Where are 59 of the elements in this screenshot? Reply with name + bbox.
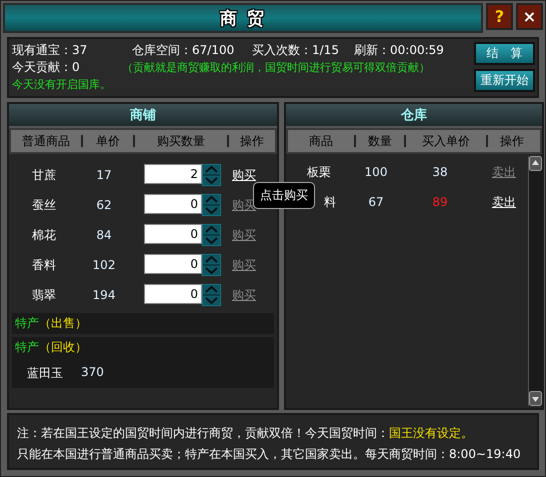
- spinner-arrows-icon[interactable]: [202, 164, 221, 186]
- column-header: 操作: [227, 135, 275, 147]
- item-name: 蚕丝: [31, 196, 57, 214]
- section-subtitle: （回收）: [39, 339, 87, 356]
- help-button[interactable]: ?: [486, 3, 513, 30]
- item-name: 甘蔗: [31, 166, 57, 184]
- sell-link[interactable]: 卖出: [492, 194, 516, 208]
- column-header: 普通商品: [21, 135, 71, 147]
- section-title: 特产: [15, 315, 39, 332]
- spinner-arrows-icon[interactable]: [202, 194, 221, 216]
- scroll-down-icon[interactable]: [529, 391, 542, 406]
- note-highlight: 国王没有设定。: [389, 425, 473, 442]
- item-price: 194: [92, 288, 116, 302]
- close-button[interactable]: ×: [516, 3, 543, 30]
- window-title: 商 贸: [220, 8, 266, 30]
- column-header: 操作: [486, 135, 536, 147]
- section-subtitle: （出售）: [39, 315, 87, 332]
- section-title: 特产: [15, 339, 39, 356]
- tooltip: 点击购买: [253, 182, 315, 209]
- item-price: 370: [81, 365, 104, 381]
- item-name: 蓝田玉: [27, 365, 63, 382]
- item-price: 102: [92, 258, 116, 272]
- column-header: 数量: [354, 135, 404, 147]
- spinner-arrows-icon[interactable]: [202, 224, 221, 246]
- panel-title: 仓库: [401, 106, 427, 124]
- buy-link[interactable]: 购买: [232, 168, 256, 182]
- item-name: 香料: [31, 256, 57, 274]
- contribution-text: 今天贡献：0: [12, 59, 81, 76]
- buy-price: 38: [431, 165, 449, 179]
- column-header: 买入单价: [404, 135, 486, 147]
- action-button[interactable]: 重新开始: [474, 69, 535, 92]
- column-header: 商品: [308, 135, 334, 147]
- stat-text: 仓库空间：67/100: [132, 42, 236, 59]
- quantity-field[interactable]: 2: [144, 164, 202, 184]
- spinner-arrows-icon[interactable]: [202, 284, 221, 306]
- item-name: 板栗: [307, 164, 331, 178]
- stat-text: 买入次数：1/15: [252, 42, 340, 59]
- item-name: 翡翠: [31, 286, 57, 304]
- buy-price: 89: [431, 195, 449, 209]
- action-button[interactable]: 结 算: [474, 42, 535, 65]
- note-text: 只能在本国进行普通商品买卖；特产在本国买入，其它国家卖出。每天商贸时间：8:00~19:40: [17, 446, 521, 463]
- treasury-notice: 今天没有开启国库。: [12, 77, 111, 92]
- item-price: 62: [95, 198, 113, 212]
- item-quantity: 100: [364, 165, 388, 179]
- item-price: 17: [95, 168, 113, 182]
- stat-text: 现有通宝：37: [12, 42, 88, 59]
- item-price: 84: [95, 228, 113, 242]
- panel-title: 商铺: [130, 106, 156, 124]
- scrollbar[interactable]: [528, 156, 542, 406]
- scroll-up-icon[interactable]: [529, 156, 542, 171]
- stat-text: 刷新：00:00:59: [354, 42, 445, 59]
- item-name: 棉花: [31, 226, 57, 244]
- spinner-arrows-icon[interactable]: [202, 254, 221, 276]
- column-header: 单价: [81, 135, 133, 147]
- contribution-hint: （贡献就是商贸赚取的利润，国贸时间进行贸易可得双倍贡献）: [122, 60, 430, 75]
- note-text: 注：若在国王设定的国贸时间内进行商贸，贡献双倍！今天国贸时间：: [17, 425, 389, 442]
- item-quantity: 67: [367, 195, 385, 209]
- column-header: 购买数量: [133, 135, 227, 147]
- item-name: 料: [324, 194, 336, 208]
